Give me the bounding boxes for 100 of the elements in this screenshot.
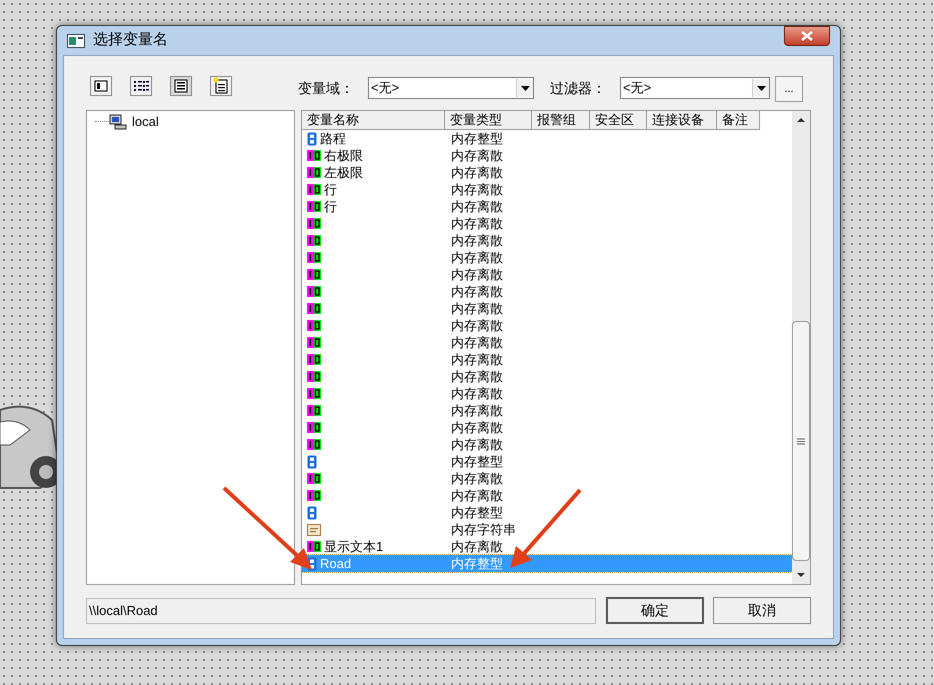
table-row[interactable]: 内存离散 (302, 266, 792, 283)
table-row[interactable]: 内存整型 (302, 453, 792, 470)
table-row[interactable]: 内存离散 (302, 385, 792, 402)
table-row[interactable]: 内存离散 (302, 470, 792, 487)
string-icon (307, 524, 321, 536)
variable-type: 内存离散 (450, 250, 503, 266)
variable-type: 内存整型 (450, 504, 503, 520)
table-row[interactable]: 内存离散 (302, 232, 792, 249)
column-header[interactable]: 变量名称 (302, 111, 445, 130)
table-row[interactable]: 内存离散 (302, 249, 792, 266)
variable-type: 内存离散 (450, 352, 503, 368)
detail-list-icon[interactable] (130, 76, 152, 96)
grip-icon (797, 438, 805, 444)
variable-type: 内存整型 (450, 130, 503, 146)
filter-dropdown[interactable]: <无> (620, 77, 770, 99)
variable-type: 内存离散 (450, 488, 503, 504)
table-row[interactable]: 内存整型 (302, 504, 792, 521)
new-document-icon[interactable] (210, 76, 232, 96)
variable-type: 内存离散 (450, 368, 503, 384)
ok-button[interactable]: 确定 (606, 597, 704, 624)
discrete-icon (307, 150, 321, 161)
table-row[interactable]: 行 内存离散 (302, 181, 792, 198)
variable-type: 内存离散 (450, 402, 503, 418)
variable-type: 内存离散 (450, 538, 503, 554)
table-row[interactable]: 内存离散 (302, 300, 792, 317)
discrete-icon (307, 218, 321, 229)
column-header[interactable]: 安全区 (590, 111, 647, 130)
variable-type: 内存整型 (450, 454, 503, 470)
column-header[interactable]: 报警组 (532, 111, 590, 130)
table-row[interactable]: 内存离散 (302, 351, 792, 368)
variable-name: 行 (324, 198, 337, 214)
variable-type: 内存离散 (450, 266, 503, 282)
table-row[interactable]: 内存离散 (302, 334, 792, 351)
variable-type: 内存离散 (450, 436, 503, 452)
variable-type: 内存整型 (450, 556, 503, 572)
variable-type: 内存离散 (450, 182, 503, 198)
filter-label: 过滤器： (550, 78, 607, 98)
column-header[interactable]: 备注 (717, 111, 760, 130)
integer-icon (307, 506, 317, 520)
table-row[interactable]: 内存离散 (302, 487, 792, 504)
table-row[interactable]: 内存离散 (302, 419, 792, 436)
discrete-icon (307, 252, 321, 263)
table-row[interactable]: 内存离散 (302, 283, 792, 300)
variable-name: 显示文本1 (324, 538, 384, 554)
cancel-button[interactable]: 取消 (713, 597, 811, 624)
discrete-icon (307, 388, 321, 399)
table-row[interactable]: 左极限 内存离散 (302, 164, 792, 181)
app-icon (67, 34, 85, 48)
integer-icon (307, 132, 317, 146)
variable-type: 内存离散 (450, 420, 503, 436)
variable-type: 内存离散 (450, 334, 503, 350)
discrete-icon (307, 439, 321, 450)
discrete-icon (307, 201, 321, 212)
list-view-icon[interactable] (170, 76, 192, 96)
table-row[interactable]: 内存离散 (302, 215, 792, 232)
discrete-icon (307, 405, 321, 416)
discrete-icon (307, 490, 321, 501)
dropdown-arrow-icon (520, 86, 530, 90)
variable-type: 内存离散 (450, 318, 503, 334)
discrete-icon (307, 286, 321, 297)
discrete-icon (307, 167, 321, 178)
column-header[interactable]: 连接设备 (647, 111, 717, 130)
variable-name: Road (320, 556, 352, 572)
scope-dropdown[interactable]: <无> (368, 77, 534, 99)
scrollbar[interactable] (792, 111, 810, 584)
variable-name: 右极限 (324, 148, 363, 164)
table-row[interactable]: 右极限 内存离散 (302, 147, 792, 164)
variable-type: 内存离散 (450, 216, 503, 232)
variable-name: 行 (324, 182, 337, 198)
variable-type: 内存离散 (450, 232, 503, 248)
table-row[interactable]: 内存离散 (302, 436, 792, 453)
more-button[interactable]: ... (775, 76, 803, 102)
discrete-icon (307, 371, 321, 382)
table-row[interactable]: 显示文本1 内存离散 (302, 538, 792, 555)
scope-label: 变量域： (298, 78, 355, 98)
discrete-icon (307, 269, 321, 280)
variable-type: 内存字符串 (450, 522, 516, 538)
discrete-icon (307, 541, 321, 552)
table-view-icon[interactable] (90, 76, 112, 96)
discrete-icon (307, 235, 321, 246)
variable-name: 路程 (320, 130, 346, 146)
table-row[interactable]: 内存离散 (302, 317, 792, 334)
table-row[interactable]: 内存离散 (302, 402, 792, 419)
discrete-icon (307, 473, 321, 484)
close-button[interactable] (784, 26, 830, 46)
table-row[interactable]: 行 内存离散 (302, 198, 792, 215)
table-row[interactable]: 内存字符串 (302, 521, 792, 538)
column-header[interactable]: 变量类型 (445, 111, 532, 130)
variable-type: 内存离散 (450, 198, 503, 214)
integer-icon (307, 454, 317, 468)
variable-type: 内存离散 (450, 148, 503, 164)
variable-type: 内存离散 (450, 164, 503, 180)
path-field[interactable]: \\local\Road (86, 598, 596, 624)
variable-type: 内存离散 (450, 284, 503, 300)
tree-item[interactable]: local (130, 112, 161, 132)
table-row[interactable]: 路程 内存整型 (302, 130, 792, 147)
scroll-thumb[interactable] (792, 321, 810, 561)
window-title: 选择变量名 (93, 30, 168, 50)
table-row[interactable]: 内存离散 (302, 368, 792, 385)
computer-icon (109, 114, 127, 130)
